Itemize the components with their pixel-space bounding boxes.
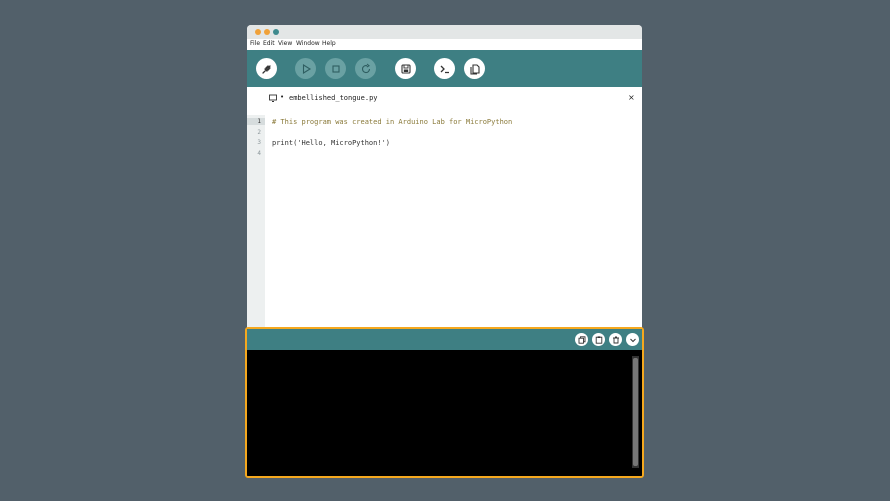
connect-button[interactable] (256, 58, 277, 79)
menu-file[interactable]: File (250, 39, 260, 49)
stop-icon (331, 64, 340, 73)
menu-edit[interactable]: Edit (263, 39, 275, 49)
editor-tab[interactable]: • embellished_tongue.py × (266, 93, 639, 108)
code-line-comment[interactable]: # This program was created in Arduino La… (272, 118, 512, 126)
menu-window[interactable]: Window (296, 39, 320, 49)
paste-icon (595, 335, 602, 344)
trash-icon (612, 336, 619, 343)
close-window-button[interactable] (255, 29, 261, 35)
tab-close-button[interactable]: × (628, 93, 635, 102)
tab-title: embellished_tongue.py (289, 94, 378, 102)
collapse-console-button[interactable] (626, 333, 639, 346)
maximize-window-button[interactable] (273, 29, 279, 35)
plug-icon (261, 64, 271, 74)
run-button[interactable] (295, 58, 316, 79)
title-bar (247, 25, 642, 39)
paste-console-button[interactable] (592, 333, 605, 346)
line-number: 3 (257, 139, 261, 146)
clear-console-button[interactable] (609, 333, 622, 346)
console-scroll-thumb[interactable] (633, 358, 638, 466)
chevron-down-icon (629, 338, 636, 342)
minimize-window-button[interactable] (264, 29, 270, 35)
stop-button[interactable] (325, 58, 346, 79)
save-button[interactable] (395, 58, 416, 79)
copy-icon (578, 335, 585, 344)
toolbar (247, 50, 642, 87)
console-toggle-button[interactable] (434, 58, 455, 79)
line-number: 1 (247, 118, 265, 125)
menu-view[interactable]: View (278, 39, 292, 49)
console-panel (245, 327, 644, 478)
terminal-icon (440, 65, 449, 73)
copy-console-button[interactable] (575, 333, 588, 346)
console-output[interactable] (247, 350, 642, 476)
menu-help[interactable]: Help (322, 39, 336, 49)
code-line-print[interactable]: print('Hello, MicroPython!') (272, 139, 390, 147)
modified-marker: • (280, 93, 285, 101)
line-gutter: 1 2 3 4 (247, 115, 265, 327)
menu-bar: File Edit View Window Help (247, 39, 642, 49)
board-icon (269, 94, 277, 104)
editor-area: • embellished_tongue.py × 1 2 3 4 # This… (247, 87, 642, 327)
console-header (247, 329, 642, 350)
line-number: 2 (257, 129, 261, 136)
line-number: 4 (257, 150, 261, 157)
files-icon (469, 63, 480, 75)
reset-button[interactable] (355, 58, 376, 79)
play-icon (302, 63, 311, 74)
files-button[interactable] (464, 58, 485, 79)
reset-icon (361, 63, 370, 73)
save-icon (400, 63, 411, 74)
